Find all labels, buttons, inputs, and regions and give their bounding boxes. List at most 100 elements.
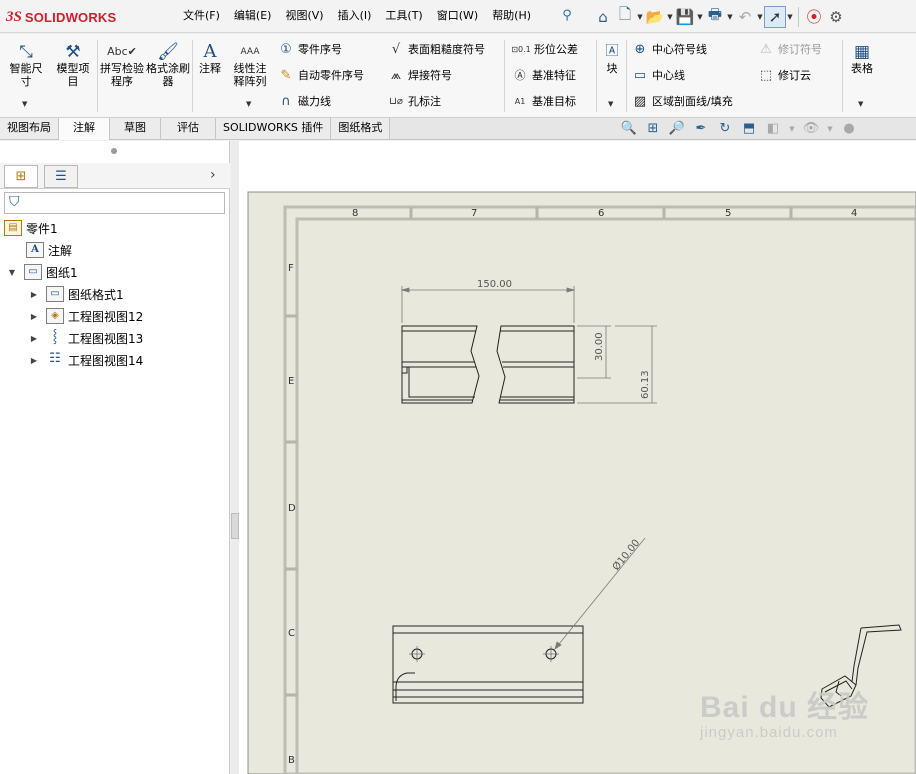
view-orientation-icon[interactable]: ✒ — [692, 120, 710, 138]
balloon-button[interactable]: ① 零件序号 — [276, 39, 342, 59]
pin-icon[interactable]: ⚲ — [560, 8, 574, 24]
hole-callout-label: 孔标注 — [408, 95, 441, 108]
save-icon[interactable]: 💾 — [674, 6, 696, 28]
dimension-width-value[interactable]: 150.00 — [477, 279, 512, 290]
hide-show-dropdown-icon[interactable]: ▼ — [826, 120, 834, 138]
solidworks-logo[interactable]: 3S SOLIDWORKS — [6, 4, 154, 30]
balloon-icon: ① — [280, 41, 292, 57]
tab-view-layout[interactable]: 视图布局 — [0, 118, 59, 139]
expand-arrow-icon[interactable]: ▶ — [28, 312, 40, 321]
surface-finish-button[interactable]: √ 表面粗糙度符号 — [386, 39, 485, 59]
block-button[interactable]: 🄰 块 — [600, 42, 624, 75]
menu-edit[interactable]: 编辑(E) — [227, 8, 279, 24]
rebuild-traffic-light-icon[interactable]: ⦿ — [803, 6, 825, 28]
zone-row-d: D — [288, 503, 296, 514]
menu-help[interactable]: 帮助(H) — [485, 8, 538, 24]
smart-dimension-icon: ⤡ — [19, 42, 33, 62]
centerline-label: 中心线 — [652, 69, 685, 82]
select-cursor-icon[interactable]: ➚ — [764, 5, 786, 28]
select-dropdown-icon[interactable]: ▼ — [786, 6, 794, 28]
options-gear-icon[interactable]: ⚙ — [825, 6, 847, 28]
pane-splitter[interactable] — [231, 141, 239, 774]
tree-item-annotations[interactable]: A 注解 — [26, 240, 72, 260]
appearance-sphere-icon[interactable]: ● — [840, 120, 858, 138]
hatch-fill-button[interactable]: ▨ 区域剖面线/填充 — [630, 91, 733, 111]
splitter-knob[interactable] — [231, 513, 239, 539]
format-painter-button[interactable]: 🖌 格式涂刷器 — [146, 42, 190, 88]
zoom-to-area-icon[interactable]: ⊞ — [644, 120, 662, 138]
collapse-arrow-icon[interactable]: ▼ — [6, 268, 18, 277]
display-style-dropdown-icon[interactable]: ▼ — [788, 120, 796, 138]
tab-sketch[interactable]: 草图 — [110, 118, 161, 139]
linear-note-pattern-button[interactable]: AAA 线性注释阵列 — [228, 42, 272, 88]
block-dropdown-icon[interactable]: ▼ — [608, 100, 613, 108]
section-view-icon[interactable]: ⬒ — [740, 120, 758, 138]
hole-callout-button[interactable]: ⊔⌀ 孔标注 — [386, 91, 441, 111]
tree-item-sheet-format[interactable]: ▶ ▭ 图纸格式1 — [28, 284, 124, 304]
undo-dropdown-icon[interactable]: ▼ — [756, 6, 764, 28]
menu-file[interactable]: 文件(F) — [176, 8, 227, 24]
zoom-to-fit-icon[interactable]: 🔍 — [620, 120, 638, 138]
menu-tools[interactable]: 工具(T) — [378, 8, 429, 24]
centerline-button[interactable]: ▭ 中心线 — [630, 65, 685, 85]
tree-item-sheet[interactable]: ▼ ▭ 图纸1 — [6, 262, 78, 282]
tab-annotation[interactable]: 注解 — [59, 118, 110, 140]
open-dropdown-icon[interactable]: ▼ — [666, 6, 674, 28]
center-mark-button[interactable]: ⊕ 中心符号线 — [630, 39, 707, 59]
menu-window[interactable]: 窗口(W) — [430, 8, 485, 24]
model-items-button[interactable]: ⚒ 模型项目 — [52, 42, 94, 88]
menu-view[interactable]: 视图(V) — [278, 8, 330, 24]
drawing-sheet[interactable]: 8 7 6 5 4 F E D C B 150.00 30.00 60.13 Ø… — [239, 141, 916, 774]
smart-dimension-dropdown-icon[interactable]: ▼ — [22, 100, 27, 108]
chevron-right-icon[interactable]: › — [210, 167, 216, 183]
hide-show-items-icon[interactable]: 👁 — [802, 120, 820, 138]
new-document-icon[interactable]: 🗋 — [614, 5, 636, 28]
tab-sheet-format[interactable]: 图纸格式 — [331, 118, 391, 139]
datum-target-button[interactable]: A1 基准目标 — [510, 91, 576, 111]
revision-symbol-button[interactable]: ⚠ 修订符号 — [756, 39, 822, 59]
linear-pattern-dropdown-icon[interactable]: ▼ — [246, 100, 251, 108]
datum-feature-button[interactable]: Ⓐ 基准特征 — [510, 65, 577, 85]
tree-filter-box[interactable]: ⛉ — [4, 192, 225, 214]
undo-icon[interactable]: ↶ — [734, 6, 756, 28]
tab-evaluate[interactable]: 评估 — [161, 118, 216, 139]
tree-item-sheet-format-label: 图纸格式1 — [68, 287, 124, 302]
zoom-previous-icon[interactable]: 🔎 — [668, 120, 686, 138]
menu-insert[interactable]: 插入(I) — [331, 8, 379, 24]
tree-item-drawing-view-12[interactable]: ▶ ◈ 工程图视图12 — [28, 306, 143, 326]
weld-symbol-button[interactable]: ⩕ 焊接符号 — [386, 65, 452, 85]
display-style-icon[interactable]: ◧ — [764, 120, 782, 138]
tree-item-drawing-view-13[interactable]: ▶ ⸾ 工程图视图13 — [28, 328, 143, 348]
spell-check-button[interactable]: Abc✔ 拼写检验程序 — [100, 42, 144, 88]
expand-arrow-icon[interactable]: ▶ — [28, 356, 40, 365]
save-dropdown-icon[interactable]: ▼ — [696, 6, 704, 28]
property-manager-tab-icon[interactable]: ☰ — [44, 165, 78, 188]
open-folder-icon[interactable]: 📂 — [644, 6, 666, 28]
drawing-canvas[interactable]: 8 7 6 5 4 F E D C B 150.00 30.00 60.13 Ø… — [239, 141, 916, 774]
tree-item-drawing-view-14[interactable]: ▶ ☷ 工程图视图14 — [28, 350, 143, 370]
zone-col-8: 8 — [352, 208, 358, 219]
pane-grip-handle[interactable] — [111, 148, 117, 154]
expand-arrow-icon[interactable]: ▶ — [28, 334, 40, 343]
tree-item-part[interactable]: ▤ 零件1 — [4, 218, 58, 238]
print-dropdown-icon[interactable]: ▼ — [726, 6, 734, 28]
geometric-tolerance-button[interactable]: ⊡0.1 形位公差 — [510, 39, 578, 59]
table-button[interactable]: ▦ 表格 — [846, 42, 878, 75]
smart-dimension-label: 智能尺寸 — [9, 62, 43, 88]
smart-dimension-button[interactable]: ⤡ 智能尺寸 — [6, 42, 46, 88]
table-dropdown-icon[interactable]: ▼ — [858, 100, 863, 108]
new-dropdown-icon[interactable]: ▼ — [636, 6, 644, 28]
dimension-height-60-value[interactable]: 60.13 — [640, 370, 651, 399]
rotate-view-icon[interactable]: ↻ — [716, 120, 734, 138]
auto-balloon-button[interactable]: ✎ 自动零件序号 — [276, 65, 364, 85]
print-icon[interactable]: 🖶 — [704, 5, 726, 28]
revision-cloud-button[interactable]: ⬚ 修订云 — [756, 65, 811, 85]
note-button[interactable]: A 注释 — [196, 42, 224, 76]
expand-arrow-icon[interactable]: ▶ — [28, 290, 40, 299]
feature-manager-tab-icon[interactable]: ⊞ — [4, 165, 38, 188]
tree-item-view13-label: 工程图视图13 — [68, 331, 144, 346]
dimension-height-30-value[interactable]: 30.00 — [594, 332, 605, 361]
magnetic-line-button[interactable]: ∩ 磁力线 — [276, 91, 331, 111]
home-icon[interactable]: ⌂ — [592, 6, 614, 28]
tab-solidworks-addins[interactable]: SOLIDWORKS 插件 — [216, 118, 332, 139]
